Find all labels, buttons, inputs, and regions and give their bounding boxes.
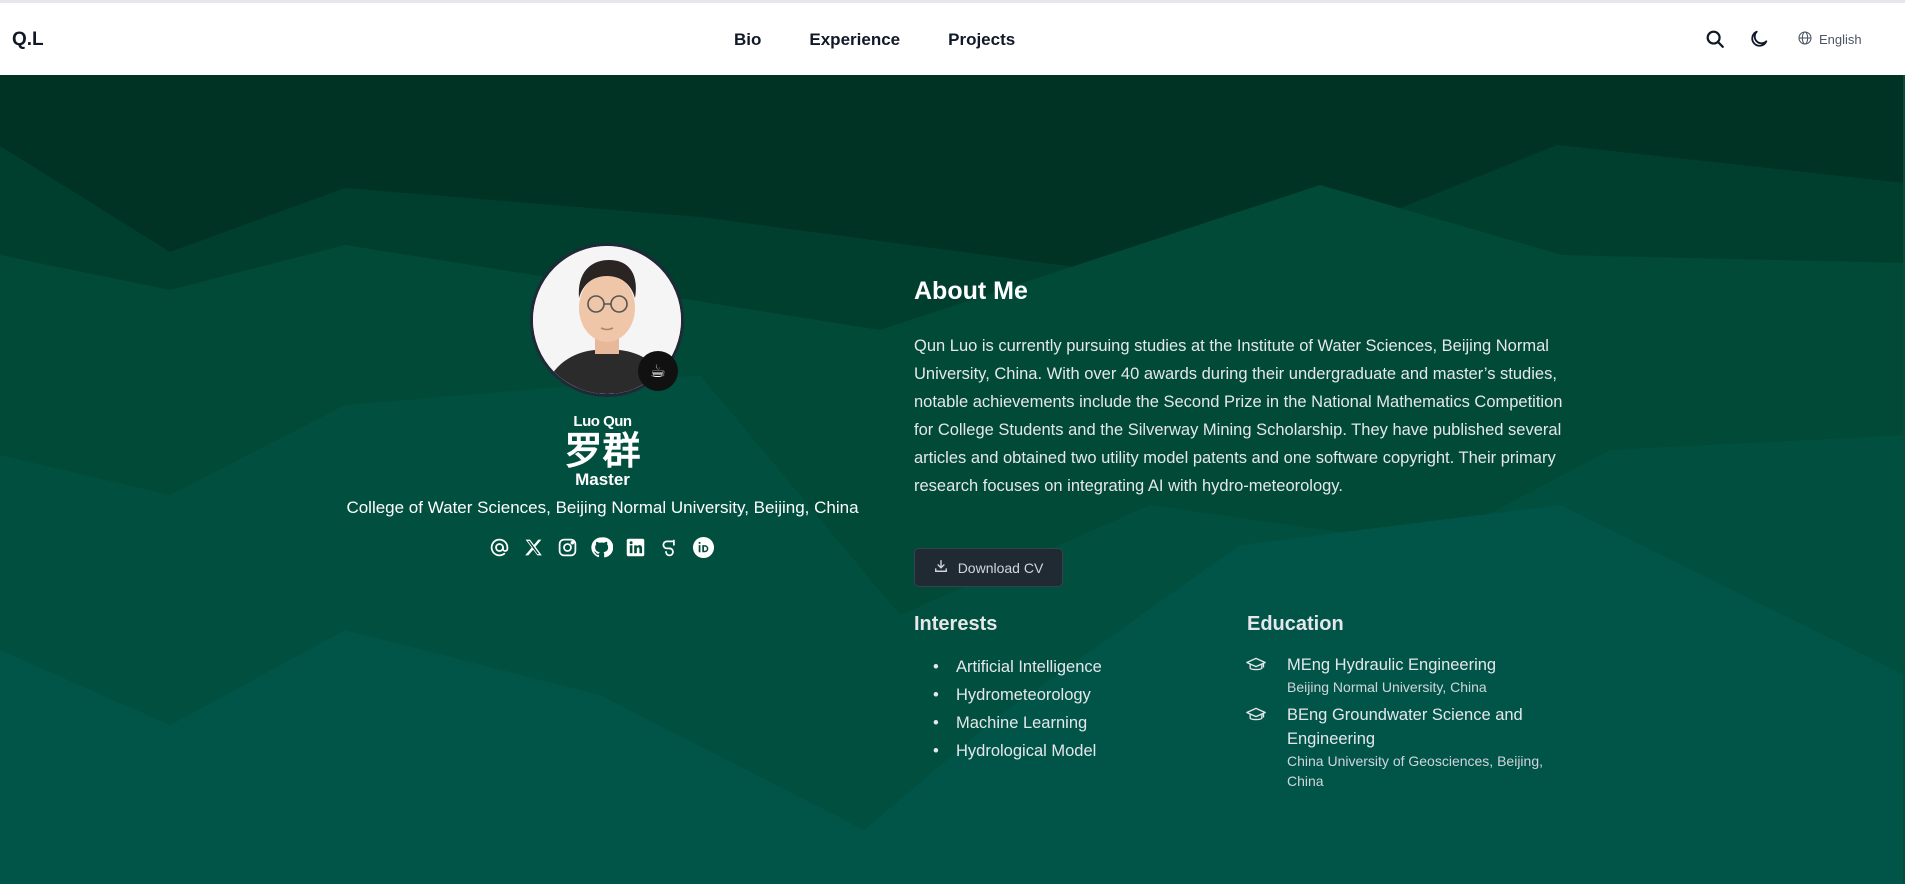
profile-affiliation: College of Water Sciences, Beijing Norma… [346, 498, 859, 517]
download-cv-button[interactable]: Download CV [914, 548, 1063, 587]
education-item: BEng Groundwater Science and Engineering… [1246, 703, 1576, 791]
download-cv-label: Download CV [957, 559, 1044, 576]
globe-icon [1797, 30, 1813, 49]
language-selector[interactable]: English [1797, 30, 1862, 49]
google-scholar-icon[interactable] [658, 536, 681, 559]
interest-item: Artificial Intelligence [933, 653, 1102, 681]
coffee-emoji-badge[interactable]: ☕ [638, 351, 678, 391]
education-item: MEng Hydraulic Engineering Beijing Norma… [1246, 653, 1576, 697]
bottom-strip [0, 884, 1905, 889]
education-list: MEng Hydraulic Engineering Beijing Norma… [1246, 653, 1576, 797]
education-degree: MEng Hydraulic Engineering [1287, 656, 1497, 674]
interests-list: Artificial Intelligence Hydrometeorology… [933, 653, 1102, 765]
nav-link-bio[interactable]: Bio [734, 30, 761, 50]
orcid-icon[interactable] [692, 536, 715, 559]
instagram-icon[interactable] [556, 536, 579, 559]
linkedin-icon[interactable] [624, 536, 647, 559]
x-icon[interactable] [522, 536, 545, 559]
education-degree: BEng Groundwater Science and Engineering [1287, 706, 1523, 748]
education-school: Beijing Normal University, China [1287, 679, 1487, 695]
interest-item: Hydrological Model [933, 737, 1102, 765]
interest-item: Machine Learning [933, 709, 1102, 737]
social-links [488, 536, 715, 559]
education-school: China University of Geosciences, Beijing… [1287, 753, 1544, 789]
education-title: Education [1247, 613, 1344, 635]
nav-link-experience[interactable]: Experience [809, 30, 900, 50]
download-icon [934, 559, 948, 576]
github-icon[interactable] [590, 536, 613, 559]
nav-link-projects[interactable]: Projects [948, 30, 1015, 50]
main-nav: Bio Experience Projects [734, 30, 1063, 50]
search-icon[interactable] [1704, 28, 1726, 50]
language-label: English [1819, 32, 1862, 47]
navbar: Q.L Bio Experience Projects English [0, 3, 1905, 75]
brand-logo[interactable]: Q.L [12, 29, 44, 51]
graduation-cap-icon [1246, 707, 1266, 723]
email-icon[interactable] [488, 536, 511, 559]
graduation-cap-icon [1246, 657, 1266, 673]
about-text: Qun Luo is currently pursuing studies at… [914, 337, 1563, 495]
interests-title: Interests [914, 613, 998, 635]
dark-mode-moon-icon[interactable] [1748, 28, 1770, 50]
interest-item: Hydrometeorology [933, 681, 1102, 709]
about-title: About Me [914, 277, 1028, 305]
